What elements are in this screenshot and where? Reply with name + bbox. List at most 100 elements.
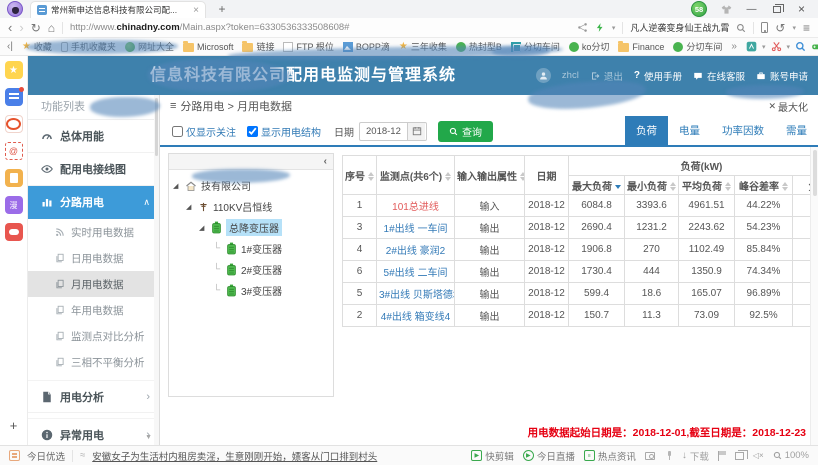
- restore-button[interactable]: [764, 0, 789, 18]
- nav-scrollbar[interactable]: [154, 95, 159, 445]
- mute-icon[interactable]: ◁×: [753, 451, 764, 460]
- nav-item-power-analysis[interactable]: 用电分析 ›: [28, 380, 159, 413]
- monitor-point-link[interactable]: 101总进线: [392, 202, 439, 213]
- theme-icon[interactable]: [714, 0, 739, 18]
- calendar-icon[interactable]: [407, 123, 425, 140]
- bookmark-item[interactable]: ko分切: [569, 40, 610, 53]
- bookmark-item[interactable]: 链接: [242, 40, 274, 53]
- show-structure-checkbox-input[interactable]: [247, 126, 258, 137]
- monitor-point-link[interactable]: 4#出线 箱变线4: [381, 312, 450, 323]
- col-header-min-load[interactable]: 最小负荷: [625, 176, 679, 195]
- nav-subitem-daily-data[interactable]: 日用电数据: [28, 245, 159, 271]
- search-box[interactable]: 凡人逆袭变身仙王战九霄: [630, 21, 729, 34]
- add-app-icon[interactable]: +: [10, 418, 18, 433]
- col-header-max-load[interactable]: 最大负荷: [569, 176, 625, 195]
- col-header-no[interactable]: 序号: [343, 156, 377, 195]
- sort-icon[interactable]: [725, 182, 731, 191]
- minimize-button[interactable]: —: [739, 0, 764, 18]
- logout-button[interactable]: 退出: [590, 69, 623, 83]
- nav-item-overall-energy[interactable]: 总体用能: [28, 120, 159, 153]
- nav-item-abnormal-power[interactable]: 异常用电 ›: [28, 418, 159, 445]
- only-follow-checkbox[interactable]: 仅显示关注: [172, 124, 236, 139]
- monitor-point-link[interactable]: 5#出线 二车间: [384, 268, 448, 279]
- favorites-star-icon[interactable]: ★: [5, 61, 23, 79]
- home-button[interactable]: ⌂: [48, 22, 55, 34]
- bolt-dropdown-caret-icon[interactable]: ▾: [612, 24, 616, 32]
- tree-node-line[interactable]: ◢ 110KV吕恒线: [169, 196, 333, 217]
- tree-node-transformer-3[interactable]: └ 3#变压器: [169, 280, 333, 301]
- tree-collapse-bar[interactable]: ‹: [169, 154, 333, 170]
- url-field[interactable]: http://www.chinadny.com/Main.aspx?token=…: [70, 22, 570, 33]
- breadcrumb-menu-icon[interactable]: ≡: [170, 100, 176, 112]
- online-service-link[interactable]: 在线客服: [693, 69, 745, 83]
- screenshot-icon[interactable]: [645, 452, 655, 460]
- monitor-point-link[interactable]: 2#出线 豪润2: [386, 246, 445, 257]
- show-structure-checkbox[interactable]: 显示用电结构: [247, 124, 321, 139]
- col-header-avg-load[interactable]: 平均负荷: [679, 176, 735, 195]
- speed-score-badge[interactable]: 58: [691, 1, 707, 17]
- col-header-clipped[interactable]: 负: [793, 176, 811, 195]
- only-follow-checkbox-input[interactable]: [172, 126, 183, 137]
- browser-profile-avatar[interactable]: [7, 1, 23, 17]
- tab-energy[interactable]: 电量: [668, 116, 711, 146]
- query-button[interactable]: 查询: [438, 121, 493, 142]
- tree-node-main-transformer[interactable]: ◢ 总降变压器: [169, 217, 333, 238]
- share-icon[interactable]: [577, 22, 588, 33]
- comics-icon[interactable]: 漫: [5, 196, 23, 214]
- bookmarks-overflow-icon[interactable]: »: [731, 41, 737, 52]
- undo-dropdown-caret-icon[interactable]: ▾: [792, 24, 796, 32]
- col-header-peak-valley-rate[interactable]: 峰谷差率: [735, 176, 793, 195]
- live-today-button[interactable]: ▶今日直播: [523, 449, 575, 463]
- accelerator-bolt-icon[interactable]: [595, 22, 605, 33]
- mobile-sync-icon[interactable]: [761, 22, 768, 33]
- tab-power-factor[interactable]: 功率因数: [711, 116, 775, 146]
- search-icon[interactable]: [736, 23, 746, 33]
- notebook-icon[interactable]: [5, 169, 23, 187]
- bookmark-item[interactable]: FTP 根位: [283, 40, 333, 53]
- manual-link[interactable]: ? 使用手册: [634, 69, 682, 83]
- news-ticker-link[interactable]: 安徽女子为生活村内租房卖淫，生意刚刚开始，嫖客从门口排到村头: [92, 449, 377, 463]
- browser-tab[interactable]: 常州新申达信息科技有限公司配... ×: [30, 1, 206, 18]
- collapse-sidebar-icon[interactable]: ‹|: [7, 42, 13, 52]
- tab-load[interactable]: 负荷: [625, 116, 668, 146]
- bookmark-item[interactable]: 手机收藏夹: [61, 40, 116, 53]
- find-icon[interactable]: [795, 41, 806, 52]
- reload-button[interactable]: ↻: [31, 22, 41, 34]
- bookmark-item[interactable]: 分切车间: [673, 40, 722, 53]
- back-button[interactable]: ‹: [8, 21, 12, 34]
- account-apply-link[interactable]: 账号申请: [756, 69, 808, 83]
- new-tab-button[interactable]: +: [214, 0, 230, 18]
- feed-icon[interactable]: [5, 88, 23, 106]
- reader-mode-icon[interactable]: [746, 41, 757, 52]
- date-input-group[interactable]: [359, 122, 427, 141]
- tab-demand[interactable]: 需量: [775, 116, 818, 146]
- games-icon[interactable]: [811, 41, 818, 52]
- bookmark-item[interactable]: ★收藏: [22, 40, 52, 53]
- pin-icon[interactable]: [664, 451, 673, 460]
- hot-news-button[interactable]: ≡热点资讯: [584, 449, 636, 463]
- undo-icon[interactable]: ↺: [775, 22, 785, 34]
- nav-subitem-phase-unbalance[interactable]: 三相不平衡分析: [28, 349, 159, 375]
- col-header-point[interactable]: 监测点(共6个): [377, 156, 455, 195]
- weibo-icon[interactable]: [5, 115, 23, 133]
- nav-item-wiring-diagram[interactable]: 配用电接线图: [28, 153, 159, 186]
- col-header-io-attr[interactable]: 输入输出属性: [455, 156, 525, 195]
- nav-subitem-point-compare[interactable]: 监测点对比分析: [28, 323, 159, 349]
- sort-icon[interactable]: [445, 172, 451, 181]
- tree-expander-icon[interactable]: ◢: [173, 182, 181, 190]
- sort-desc-icon[interactable]: [615, 185, 621, 189]
- scissors-icon[interactable]: [771, 41, 782, 52]
- page-zoom-control[interactable]: 100%: [773, 450, 809, 461]
- maximize-button[interactable]: ✕ 最大化: [768, 99, 808, 114]
- mention-icon[interactable]: @: [5, 142, 23, 160]
- monitor-point-link[interactable]: 3#出线 贝斯塔德3: [379, 290, 455, 301]
- bookmark-item[interactable]: BOPP滴: [343, 40, 390, 53]
- bookmark-item[interactable]: ★三年收集: [399, 40, 447, 53]
- date-input[interactable]: [360, 126, 407, 137]
- flag-icon[interactable]: [718, 451, 726, 461]
- tree-node-transformer-1[interactable]: └ 1#变压器: [169, 238, 333, 259]
- sort-icon[interactable]: [670, 182, 676, 191]
- bookmark-item[interactable]: 热封型B: [456, 40, 502, 53]
- nav-item-branch-power[interactable]: 分路用电 ∧: [28, 186, 159, 219]
- bookmark-item[interactable]: Finance: [618, 42, 664, 52]
